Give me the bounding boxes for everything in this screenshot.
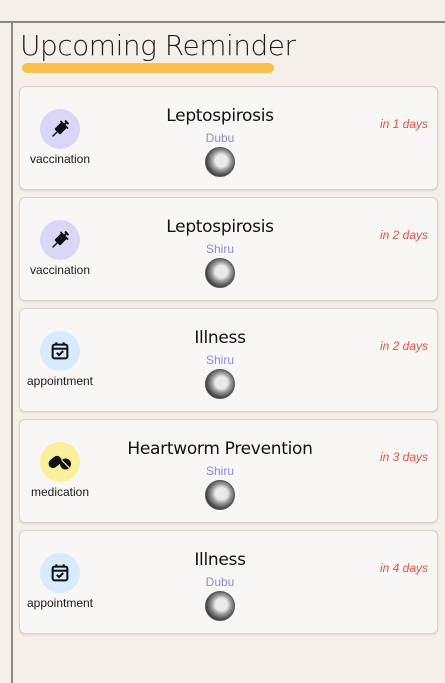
- pet-avatar: [205, 591, 235, 621]
- reminder-title: Illness: [194, 550, 246, 570]
- top-divider: [0, 21, 445, 23]
- reminder-title: Illness: [194, 328, 246, 348]
- left-divider: [11, 21, 13, 683]
- syringe-icon: [40, 109, 80, 149]
- due-date: in 2 days: [379, 339, 428, 353]
- calendar-check-icon: [40, 331, 80, 371]
- pet-name: Shiru: [205, 242, 234, 256]
- reminder-type-label: appointment: [26, 374, 94, 388]
- reminder-type: appointment: [20, 331, 100, 388]
- reminder-type: appointment: [20, 553, 100, 610]
- reminder-card[interactable]: vaccination Leptospirosis Dubu in 1 days: [19, 86, 438, 190]
- due-date: in 2 days: [379, 228, 428, 242]
- pet-name: Shiru: [205, 353, 234, 367]
- pet-name: Shiru: [205, 464, 234, 478]
- calendar-check-icon: [40, 553, 80, 593]
- reminder-card[interactable]: medication Heartworm Prevention Shiru in…: [19, 419, 438, 523]
- reminder-type: vaccination: [20, 109, 100, 166]
- reminder-title: Leptospirosis: [166, 106, 274, 126]
- due-date: in 1 days: [379, 117, 428, 131]
- reminder-card[interactable]: appointment Illness Shiru in 2 days: [19, 308, 438, 412]
- pet-avatar: [205, 147, 235, 177]
- pet-name: Dubu: [205, 131, 235, 145]
- reminder-title: Heartworm Prevention: [127, 439, 313, 459]
- page-title: Upcoming Reminder: [20, 29, 296, 62]
- reminder-card[interactable]: vaccination Leptospirosis Shiru in 2 day…: [19, 197, 438, 301]
- reminder-card[interactable]: appointment Illness Dubu in 4 days: [19, 530, 438, 634]
- reminder-type-label: appointment: [26, 596, 94, 610]
- pet-name: Dubu: [205, 575, 235, 589]
- reminder-type-label: vaccination: [29, 152, 91, 166]
- reminder-type: medication: [20, 442, 100, 499]
- pet-avatar: [205, 369, 235, 399]
- due-date: in 3 days: [379, 450, 428, 464]
- reminder-type-label: medication: [30, 485, 90, 499]
- pills-icon: [40, 442, 80, 482]
- syringe-icon: [40, 220, 80, 260]
- pet-avatar: [205, 480, 235, 510]
- title-underline: [22, 63, 274, 73]
- reminder-type-label: vaccination: [29, 263, 91, 277]
- reminder-title: Leptospirosis: [166, 217, 274, 237]
- pet-avatar: [205, 258, 235, 288]
- reminders-header: Upcoming Reminder: [20, 30, 296, 74]
- reminder-list: vaccination Leptospirosis Dubu in 1 days: [19, 86, 440, 641]
- reminder-type: vaccination: [20, 220, 100, 277]
- due-date: in 4 days: [379, 561, 428, 575]
